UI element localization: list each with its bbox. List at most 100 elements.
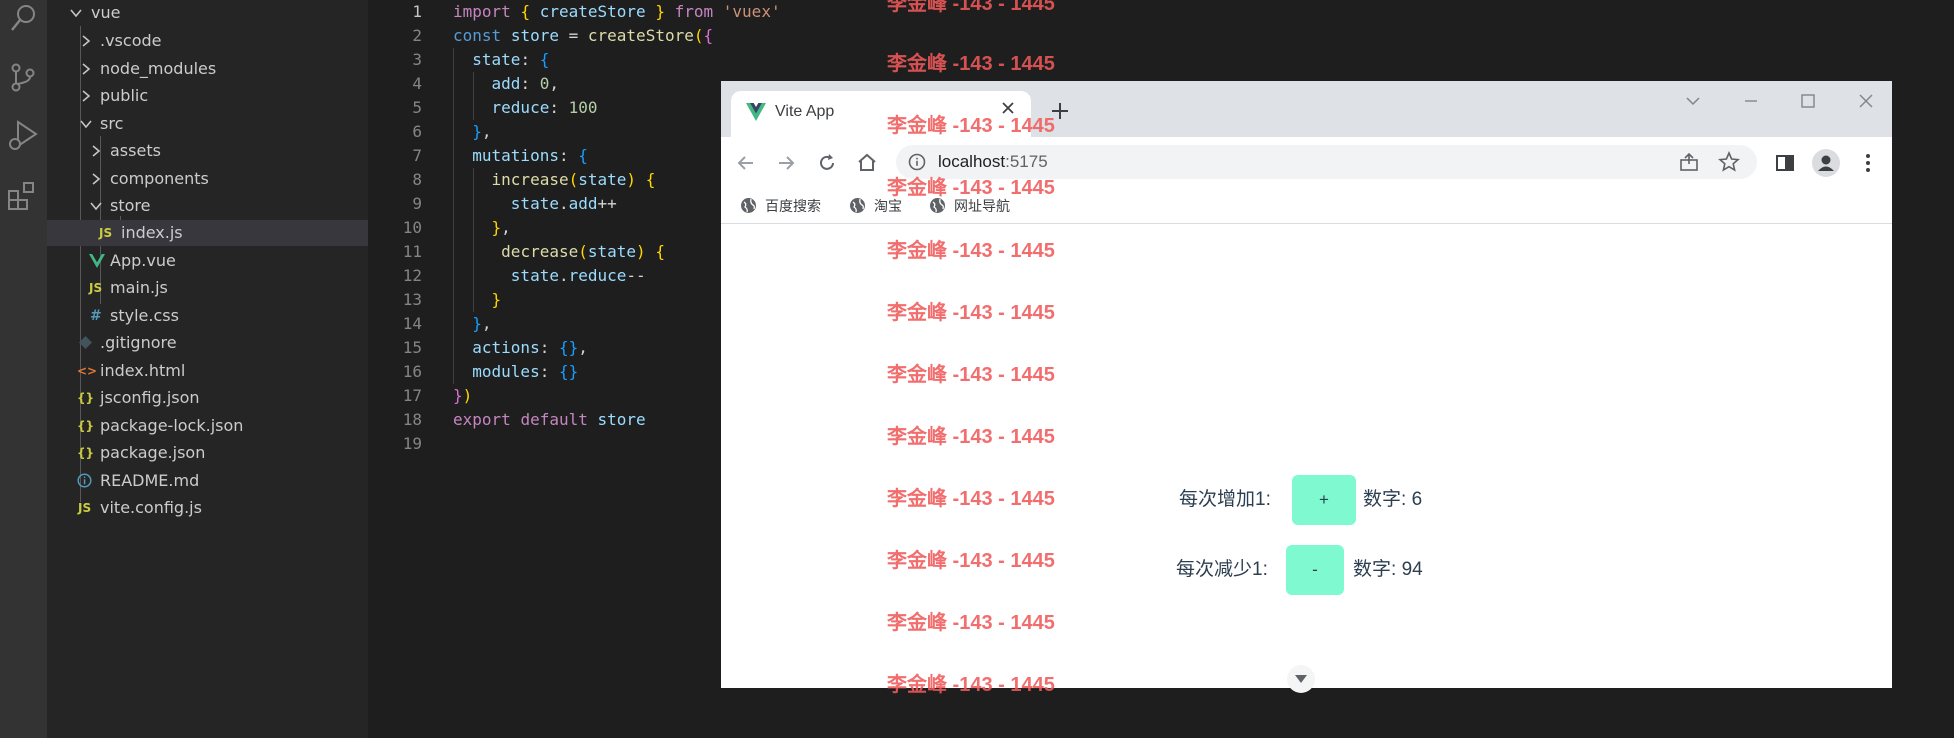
json-file-icon: {} <box>77 419 95 433</box>
tree-item-label: style.css <box>110 306 179 325</box>
line-number: 2 <box>412 26 422 45</box>
tree-folder-assets[interactable]: assets <box>47 138 368 164</box>
watermark-text: 李金峰 -143 - 1445 <box>887 488 1055 510</box>
css-file-icon: # <box>90 308 102 324</box>
tree-file-index-html[interactable]: <> index.html <box>47 358 368 384</box>
source-control-icon[interactable] <box>6 60 40 94</box>
line-number: 17 <box>402 386 422 405</box>
line-number: 10 <box>402 218 422 237</box>
chevron-right-icon <box>79 28 93 54</box>
tree-item-label: .gitignore <box>100 333 177 352</box>
increase-button[interactable]: + <box>1292 475 1356 525</box>
tree-item-label: jsconfig.json <box>100 388 200 407</box>
profile-avatar-icon[interactable] <box>1812 149 1840 177</box>
code-editor[interactable]: 1 2 3 4 5 6 7 8 9 10 11 12 13 14 15 16 17 18 19 import { c… <box>368 0 781 738</box>
tree-file-package-lock-json[interactable]: {} package-lock.json <box>47 413 368 439</box>
tree-file-readme-md[interactable]: README.md <box>47 468 368 494</box>
more-menu-icon[interactable] <box>1856 151 1880 175</box>
close-window-icon[interactable] <box>1854 89 1878 113</box>
decrease-button[interactable]: - <box>1286 545 1344 595</box>
decrease-value-label: 数字: 94 <box>1353 545 1423 595</box>
line-number: 11 <box>402 242 422 261</box>
line-number: 6 <box>412 122 422 141</box>
chevron-down-icon <box>1295 675 1307 683</box>
tree-item-label: package.json <box>100 443 206 462</box>
code-line: increase(state) { <box>491 170 656 189</box>
tree-file-package-json[interactable]: {} package.json <box>47 440 368 466</box>
side-panel-icon[interactable] <box>1773 151 1797 175</box>
search-icon[interactable] <box>6 2 40 36</box>
watermark-text: 李金峰 -143 - 1445 <box>887 550 1055 572</box>
tree-file-gitignore[interactable]: .gitignore <box>47 330 368 356</box>
tree-folder-vue[interactable]: vue <box>47 0 368 26</box>
tree-file-jsconfig-json[interactable]: {} jsconfig.json <box>47 385 368 411</box>
watermark-text: 李金峰 -143 - 1445 <box>887 240 1055 262</box>
address-bar[interactable]: localhost:5175 <box>896 145 1757 179</box>
line-number: 4 <box>412 74 422 93</box>
globe-icon <box>850 198 865 213</box>
bookmark-item[interactable]: 网址导航 <box>929 196 1010 216</box>
bookmark-item[interactable]: 百度搜索 <box>740 196 821 216</box>
share-icon[interactable] <box>1678 151 1700 177</box>
run-debug-icon[interactable] <box>6 118 40 152</box>
maximize-icon[interactable] <box>1796 89 1820 113</box>
increase-count: 6 <box>1411 489 1423 510</box>
bookmark-item[interactable]: 淘宝 <box>849 196 902 216</box>
scroll-down-button[interactable] <box>1287 665 1315 693</box>
tree-item-label: package-lock.json <box>100 416 244 435</box>
tree-folder-public[interactable]: public <box>47 83 368 109</box>
explorer-sidebar: vue .vscode node_modules public src asse… <box>47 0 368 738</box>
globe-icon <box>741 198 756 213</box>
js-file-icon: JS <box>89 281 103 295</box>
line-number: 3 <box>412 50 422 69</box>
tree-folder-components[interactable]: components <box>47 166 368 192</box>
forward-icon[interactable] <box>774 151 798 175</box>
tree-item-label: vite.config.js <box>100 498 202 517</box>
tab-title: Vite App <box>775 103 835 120</box>
home-icon[interactable] <box>855 151 879 175</box>
minimize-icon[interactable] <box>1739 89 1763 113</box>
chevron-down-icon <box>89 193 103 219</box>
chevron-right-icon <box>89 166 103 192</box>
code-line: }, <box>472 122 492 141</box>
tree-file-vite-config-js[interactable]: JS vite.config.js <box>47 495 368 521</box>
line-number: 9 <box>412 194 422 213</box>
extensions-icon[interactable] <box>6 178 40 212</box>
chevron-right-icon <box>79 83 93 109</box>
bookmark-label: 百度搜索 <box>765 198 821 214</box>
code-line: const store = createStore({ <box>453 26 714 45</box>
tree-item-label: src <box>100 114 124 133</box>
tree-item-label: main.js <box>110 278 168 297</box>
tree-file-main-js[interactable]: JS main.js <box>47 275 368 301</box>
tab-search-icon[interactable] <box>1681 89 1705 113</box>
tree-file-index-js[interactable]: JS index.js <box>47 220 368 246</box>
line-number: 1 <box>412 2 422 21</box>
tree-folder-node-modules[interactable]: node_modules <box>47 56 368 82</box>
tree-item-label: App.vue <box>110 251 176 270</box>
chevron-down-icon <box>79 111 93 137</box>
line-number: 8 <box>412 170 422 189</box>
tree-folder-store[interactable]: store <box>47 193 368 219</box>
line-number: 15 <box>402 338 422 357</box>
tree-folder-src[interactable]: src <box>47 111 368 137</box>
js-file-icon: JS <box>78 501 92 515</box>
chevron-right-icon <box>89 138 103 164</box>
line-number: 12 <box>402 266 422 285</box>
increase-row: 每次增加1: + 数字: 6 <box>1179 475 1479 525</box>
reload-icon[interactable] <box>815 151 839 175</box>
code-line: actions: {}, <box>472 338 588 357</box>
tree-item-label: .vscode <box>100 31 162 50</box>
tree-folder-vscode[interactable]: .vscode <box>47 28 368 54</box>
code-line: add: 0, <box>491 74 559 93</box>
watermark-text: 李金峰 -143 - 1445 <box>887 177 1055 199</box>
code-line: }, <box>472 314 492 333</box>
back-icon[interactable] <box>734 151 758 175</box>
tree-item-label: README.md <box>100 471 200 490</box>
json-file-icon: {} <box>77 391 95 405</box>
code-line: export default store <box>453 410 646 429</box>
tree-file-app-vue[interactable]: App.vue <box>47 248 368 274</box>
tree-item-label: index.js <box>121 223 183 242</box>
bookmark-star-icon[interactable] <box>1718 150 1740 177</box>
tree-file-style-css[interactable]: # style.css <box>47 303 368 329</box>
site-info-icon[interactable] <box>908 153 926 175</box>
